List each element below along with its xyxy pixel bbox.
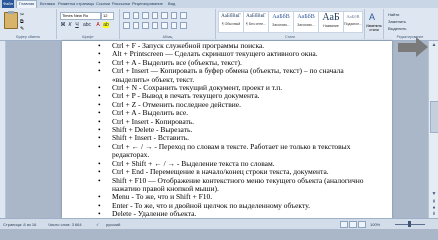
bullets-button[interactable] xyxy=(123,12,130,19)
style-heading-2[interactable]: АаБбВ Заголово... xyxy=(293,11,319,33)
paragraph-row-2 xyxy=(123,22,188,29)
word-count[interactable]: Число слов: 3 664 xyxy=(48,222,82,227)
justify-button[interactable] xyxy=(151,22,159,29)
align-center-button[interactable] xyxy=(132,22,140,29)
sort-button[interactable] xyxy=(170,12,178,19)
tab-references[interactable]: Ссылки xyxy=(96,1,110,6)
print-layout-button[interactable] xyxy=(340,221,348,228)
vertical-scrollbar[interactable]: ▲ ▼ ⇞ ● ⇟ xyxy=(428,41,438,218)
clipboard-group: ✂ ⧉ ✎ Буфер обмена xyxy=(0,9,57,39)
style-name: ¶ Обычный xyxy=(221,22,241,26)
vertical-ruler xyxy=(0,41,6,218)
style-sample: АаБбВ xyxy=(297,14,315,20)
style-name: Подзагол... xyxy=(344,22,363,26)
shading-button[interactable] xyxy=(170,22,178,29)
change-styles-group: A Изменить стили xyxy=(365,9,384,39)
italic-button[interactable]: К xyxy=(67,22,73,28)
web-layout-button[interactable] xyxy=(358,221,366,228)
copy-icon[interactable]: ⧉ xyxy=(20,19,24,25)
font-group-label: Шрифт xyxy=(82,35,94,39)
tab-review[interactable]: Рецензирование xyxy=(132,1,163,6)
styles-group-label: Стили xyxy=(284,35,296,39)
select-button[interactable]: Выделить xyxy=(388,26,406,31)
style-name: Заголово... xyxy=(272,23,290,27)
font-size-select[interactable]: 12 xyxy=(101,12,114,20)
format-painter-icon[interactable]: ✎ xyxy=(20,26,24,32)
style-subtitle[interactable]: АаБбВ Подзагол... xyxy=(343,11,363,33)
style-name: ¶ Без инте... xyxy=(246,22,266,26)
paragraph-group-label: Абзац xyxy=(162,35,173,39)
line-spacing-button[interactable] xyxy=(161,22,168,29)
clipboard-group-label: Буфер обмена xyxy=(16,35,40,39)
style-title[interactable]: АаБ Название xyxy=(318,11,344,33)
style-name: Название xyxy=(323,24,339,28)
ribbon: Файл Главная Вставка Разметка страницы С… xyxy=(0,0,438,41)
spellcheck-icon[interactable]: ✓ xyxy=(96,222,99,227)
paragraph-group: Абзац xyxy=(120,9,216,39)
document-text: Ctrl + F - Запуск служебной программы по… xyxy=(90,41,388,219)
zoom-slider-knob[interactable] xyxy=(408,221,411,227)
find-button[interactable]: Найти xyxy=(388,12,399,17)
scroll-thumb[interactable] xyxy=(430,101,438,133)
paragraph-row-1 xyxy=(123,12,188,19)
style-normal[interactable]: АаБбВвГ ¶ Обычный xyxy=(218,11,244,33)
change-styles-icon[interactable]: A xyxy=(369,12,375,22)
increase-indent-button[interactable] xyxy=(161,12,168,19)
cut-icon[interactable]: ✂ xyxy=(20,12,24,18)
bold-button[interactable]: Ж xyxy=(60,22,66,28)
tab-mailings[interactable]: Рассылки xyxy=(112,1,130,6)
style-sample: АаБбВвГ xyxy=(221,14,241,19)
style-no-spacing[interactable]: АаБбВвГ ¶ Без инте... xyxy=(243,11,269,33)
style-sample: АаБ xyxy=(322,12,340,23)
style-name: Заголово... xyxy=(297,23,315,27)
editing-group: Найти Заменить Выделить Редактирование xyxy=(384,9,436,39)
strikethrough-button[interactable]: abc xyxy=(83,22,91,28)
tab-view[interactable]: Вид xyxy=(168,1,175,6)
borders-button[interactable] xyxy=(180,22,188,29)
status-bar: Страница: 8 из 16 Число слов: 3 664 ✓ ру… xyxy=(0,218,438,229)
editing-group-label: Редактирование xyxy=(396,35,424,39)
scroll-down-icon[interactable]: ▼ xyxy=(430,191,438,197)
underline-button[interactable]: Ч xyxy=(74,22,80,28)
scroll-up-icon[interactable]: ▲ xyxy=(430,42,438,48)
replace-button[interactable]: Заменить xyxy=(388,19,406,24)
paste-icon[interactable] xyxy=(4,11,18,29)
next-page-icon[interactable]: ⇟ xyxy=(430,211,438,217)
tab-page-layout[interactable]: Разметка страницы xyxy=(58,1,94,6)
full-screen-reading-button[interactable] xyxy=(349,221,357,228)
arrow-head-shape xyxy=(416,37,428,57)
multilevel-list-button[interactable] xyxy=(142,12,149,19)
decrease-indent-button[interactable] xyxy=(151,12,159,19)
style-heading-1[interactable]: АаБбВ Заголово... xyxy=(268,11,294,33)
highlight-button[interactable]: ab xyxy=(103,22,109,28)
numbering-button[interactable] xyxy=(132,12,140,19)
font-name-select[interactable]: Times New Ro xyxy=(60,12,101,20)
font-group: Times New Ro 12 Ж К Ч abc A ab Шрифт xyxy=(57,9,120,39)
ribbon-tabs: Файл Главная Вставка Разметка страницы С… xyxy=(0,0,438,8)
arrow-shape xyxy=(398,43,416,52)
styles-group: АаБбВвГ ¶ Обычный АаБбВвГ ¶ Без инте... … xyxy=(216,9,365,39)
tab-insert[interactable]: Вставка xyxy=(40,1,55,6)
style-sample: АаБбВ xyxy=(346,14,360,19)
show-marks-button[interactable] xyxy=(180,12,188,19)
font-color-button[interactable]: A xyxy=(95,22,101,28)
tab-home[interactable]: Главная xyxy=(16,0,38,8)
language[interactable]: русский xyxy=(106,222,120,227)
style-sample: АаБбВ xyxy=(272,14,290,20)
align-right-button[interactable] xyxy=(142,22,149,29)
document-page[interactable]: Ctrl + F - Запуск служебной программы по… xyxy=(62,41,392,219)
zoom-level[interactable]: 100% xyxy=(370,222,380,227)
change-styles-button[interactable]: Изменить стили xyxy=(365,24,383,32)
align-left-button[interactable] xyxy=(123,22,130,29)
style-sample: АаБбВвГ xyxy=(246,14,266,19)
page-count[interactable]: Страница: 8 из 16 xyxy=(3,222,36,227)
tab-file[interactable]: Файл xyxy=(2,0,14,8)
